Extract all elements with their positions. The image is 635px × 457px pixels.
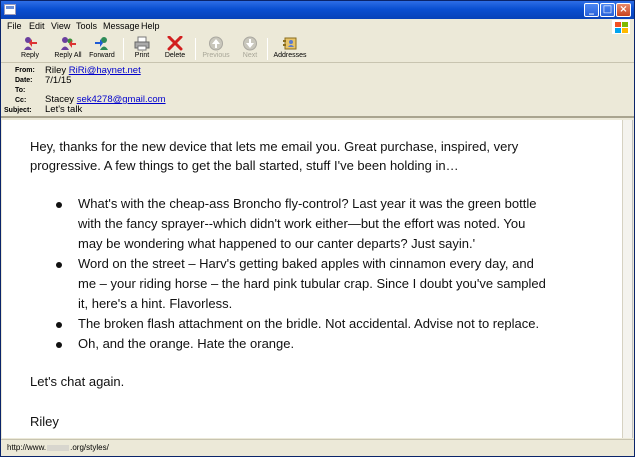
delete-x-icon — [167, 35, 183, 51]
forward-button[interactable]: Forward — [87, 36, 117, 62]
date-label: Date: — [15, 77, 33, 84]
previous-button[interactable]: Previous — [201, 36, 231, 62]
reply-all-button[interactable]: Reply All — [51, 36, 85, 62]
bullet-4-line-1: Oh, and the orange. Hate the orange. — [78, 336, 295, 351]
arrow-down-icon — [242, 36, 258, 51]
addresses-button[interactable]: Addresses — [273, 36, 307, 62]
toolbar: Reply Reply All Forward Print Delete Pre… — [1, 35, 634, 63]
bullet-1-line-3: may be wondering what happened to our ca… — [78, 236, 476, 251]
message-header: From: Riley RiRi@haynet.net Date: 7/1/15… — [1, 64, 634, 118]
toolbar-separator — [123, 38, 124, 60]
cc-email-link[interactable]: sek4278@gmail.com — [77, 94, 166, 105]
menu-edit[interactable]: Edit — [29, 21, 45, 31]
subject-value: Let's talk — [45, 104, 83, 115]
bullet-3-line-1: The broken flash attachment on the bridl… — [78, 316, 540, 331]
date-value: 7/1/15 — [45, 75, 72, 86]
windows-logo-icon — [612, 20, 630, 34]
subject-label: Subject: — [4, 107, 32, 114]
bullet-marker — [56, 342, 62, 348]
toolbar-separator — [195, 38, 196, 60]
bullet-1-line-1: What's with the cheap-ass Broncho fly-co… — [78, 196, 537, 211]
close-button[interactable]: × — [616, 3, 631, 17]
signature: Riley — [30, 414, 59, 429]
intro-line-1: Hey, thanks for the new device that lets… — [30, 139, 519, 154]
bullet-1-line-2: with the fancy sprayer--which didn't wor… — [78, 216, 526, 231]
bullet-marker — [56, 202, 62, 208]
bullet-marker — [56, 262, 62, 268]
reply-all-icon — [60, 36, 76, 51]
next-button[interactable]: Next — [237, 36, 263, 62]
from-label: From: — [15, 67, 35, 74]
intro-line-2: progressive. A few things to get the bal… — [30, 158, 459, 173]
title-bar[interactable]: _ □ × — [1, 1, 634, 19]
menu-help[interactable]: Help — [141, 21, 160, 31]
message-body[interactable]: Hey, thanks for the new device that lets… — [2, 120, 633, 438]
bullet-2-line-2: me – your riding horse – the hard pink t… — [78, 276, 546, 291]
printer-icon — [134, 36, 150, 51]
menu-file[interactable]: File — [7, 21, 22, 31]
message-icon — [4, 4, 16, 15]
status-bar: http://www. .org/styles/ — [1, 439, 634, 456]
bullet-2-line-1: Word on the street – Harv's getting bake… — [78, 256, 534, 271]
print-button[interactable]: Print — [129, 36, 155, 62]
to-label: To: — [15, 87, 26, 94]
reply-button[interactable]: Reply — [13, 36, 47, 62]
closing-line: Let's chat again. — [30, 374, 125, 389]
vertical-scrollbar[interactable] — [622, 120, 632, 438]
cc-label: Cc: — [15, 97, 27, 104]
bullet-2-line-3: it, here's a hint. Flavorless. — [78, 296, 233, 311]
reply-icon — [22, 36, 38, 51]
toolbar-separator — [267, 38, 268, 60]
maximize-button[interactable]: □ — [600, 3, 615, 17]
redacted-segment — [47, 444, 70, 451]
address-book-icon — [282, 36, 298, 51]
forward-icon — [94, 36, 110, 51]
menu-tools[interactable]: Tools — [76, 21, 97, 31]
delete-button[interactable]: Delete — [161, 35, 189, 62]
menu-bar: File Edit View Tools Message Help — [1, 19, 634, 35]
minimize-button[interactable]: _ — [584, 3, 599, 17]
from-email-link[interactable]: RiRi@haynet.net — [69, 65, 141, 76]
email-window: _ □ × File Edit View Tools Message Help … — [0, 0, 635, 457]
menu-view[interactable]: View — [51, 21, 70, 31]
status-url: http://www. .org/styles/ — [7, 443, 109, 452]
bullet-marker — [56, 322, 62, 328]
menu-message[interactable]: Message — [103, 21, 140, 31]
arrow-up-icon — [208, 36, 224, 51]
